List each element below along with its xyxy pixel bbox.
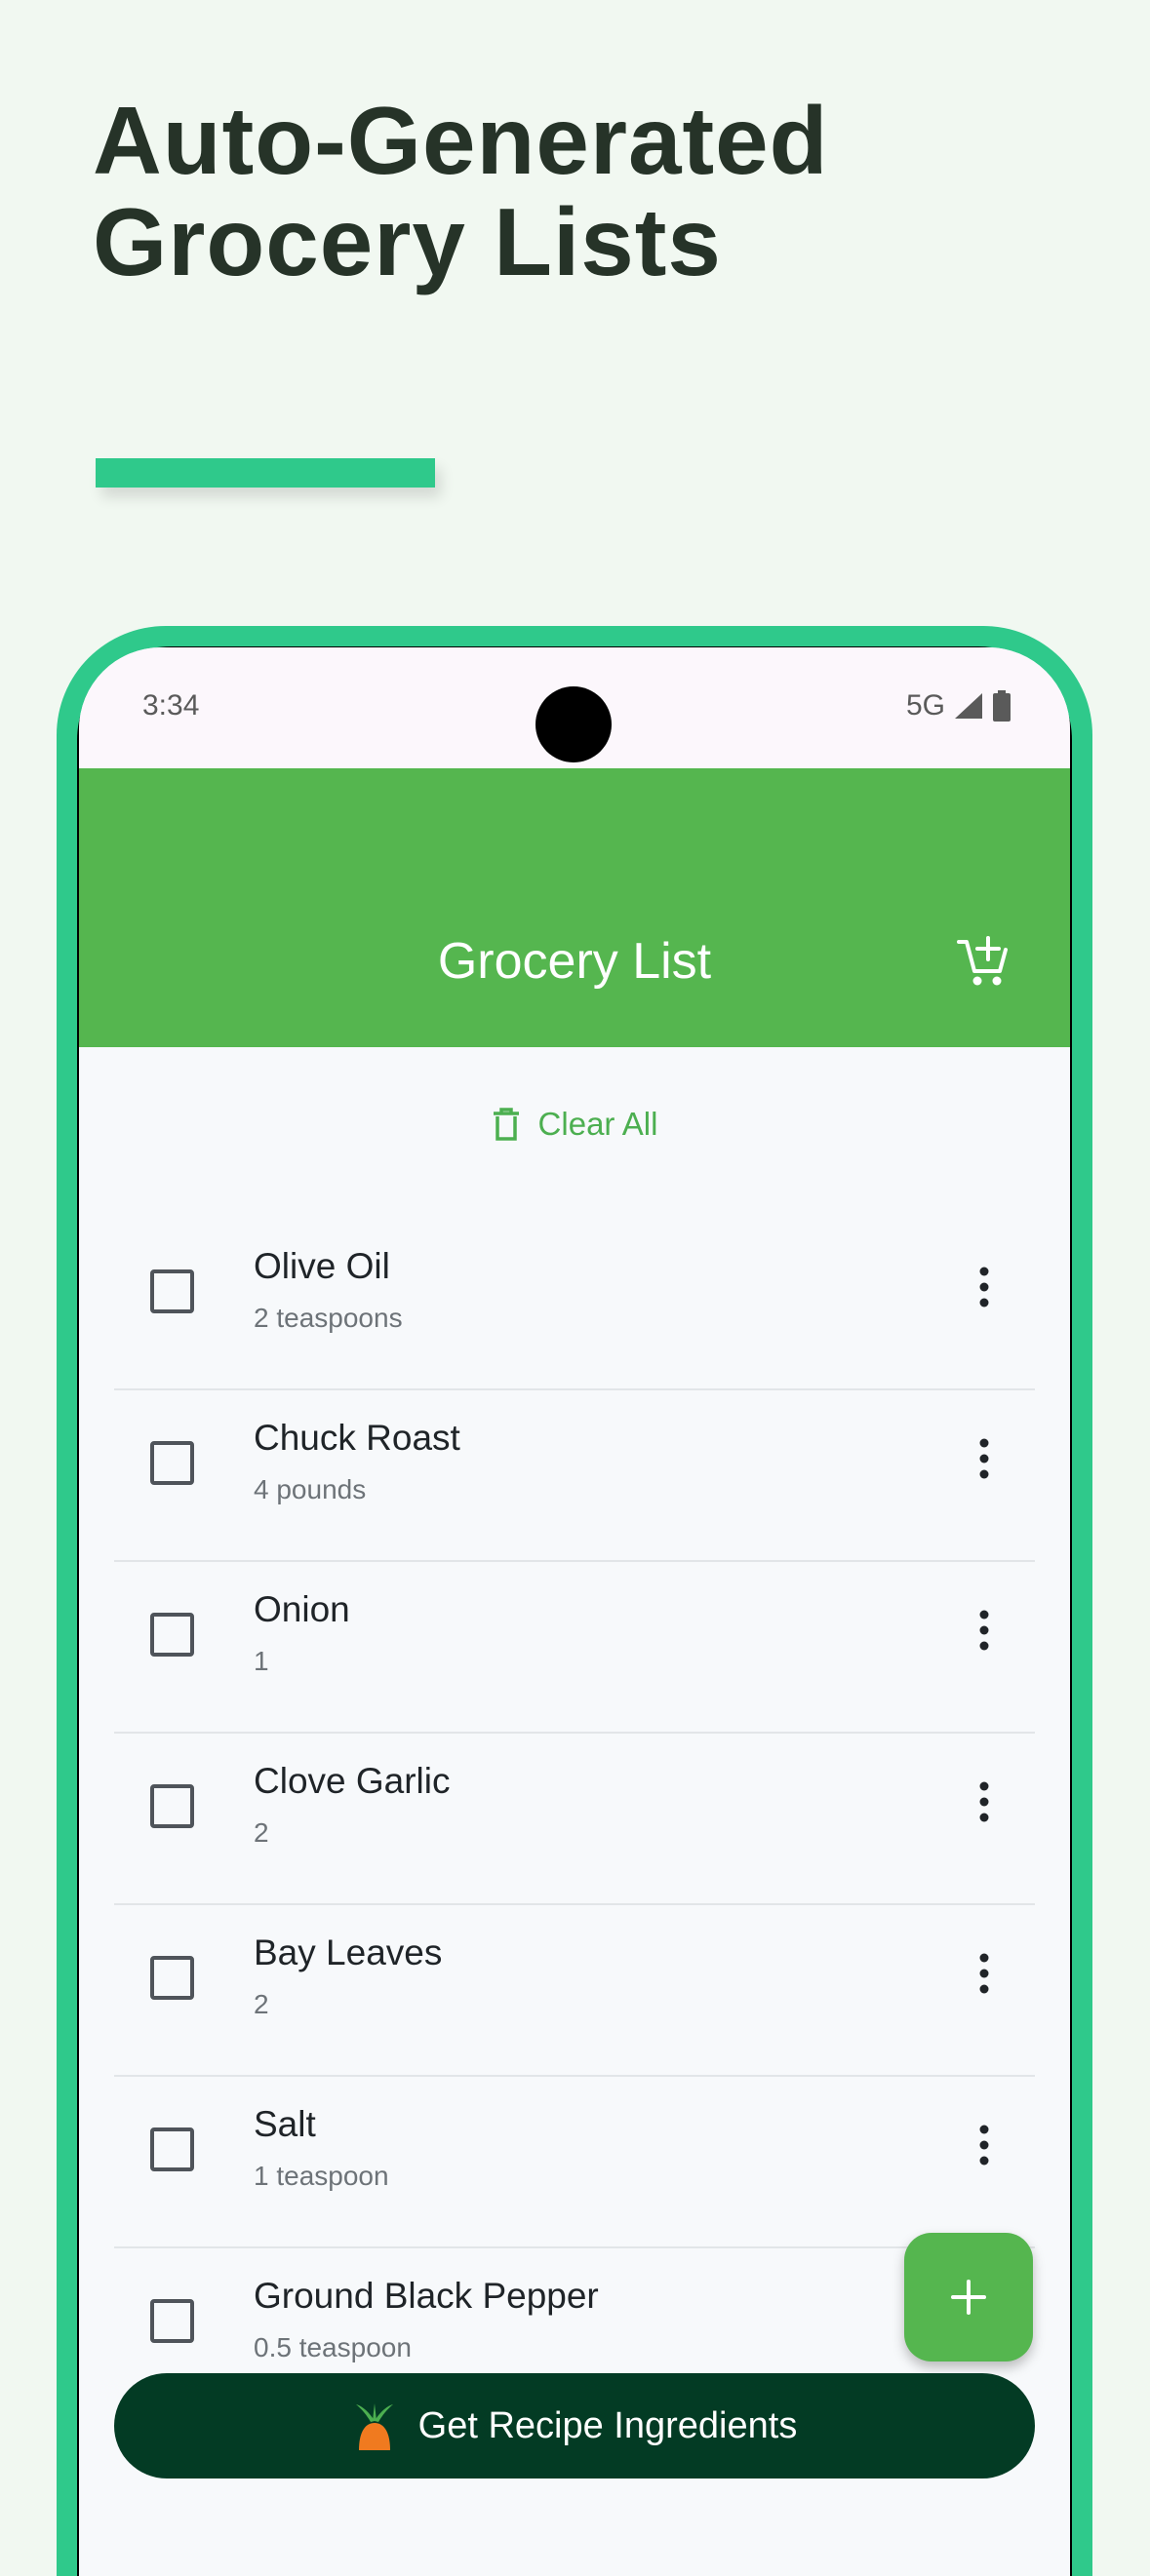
item-quantity: 4 pounds [254,1474,367,1504]
item-checkbox[interactable] [150,2299,194,2343]
phone-frame: 3:34 5G Grocery List Clear All Olive Oil… [57,626,1092,2576]
accent-bar [96,458,435,488]
item-checkbox[interactable] [150,1784,194,1828]
more-vert-icon[interactable] [972,1778,996,1825]
item-checkbox[interactable] [150,1956,194,2000]
status-bar: 3:34 5G [79,647,1070,768]
carrot-icon [355,2403,393,2450]
cta-label: Get Recipe Ingredients [417,2404,798,2446]
list-item: Salt 1 teaspoon [114,2077,1035,2248]
signal-icon [955,693,982,719]
get-recipe-ingredients-button[interactable]: Get Recipe Ingredients [114,2373,1035,2478]
more-vert-icon[interactable] [972,1435,996,1482]
item-quantity: 0.5 teaspoon [254,2332,412,2362]
grocery-list: Olive Oil 2 teaspoons Chuck Roast 4 poun… [114,1219,1035,2418]
item-quantity: 1 [254,1646,269,1676]
more-vert-icon[interactable] [972,1264,996,1310]
promo-title-line-1: Auto-Generated [93,87,829,194]
battery-icon [993,690,1011,722]
plus-icon [951,2280,986,2315]
item-quantity: 2 teaspoons [254,1303,403,1333]
phone-screen: 3:34 5G Grocery List Clear All Olive Oil… [79,647,1070,2576]
list-item: Clove Garlic 2 [114,1734,1035,1905]
item-name: Clove Garlic [254,1761,451,1801]
clear-all-button[interactable]: Clear All [79,1106,1070,1143]
app-bar: Grocery List [79,768,1070,1047]
clear-all-label: Clear All [537,1106,658,1142]
more-vert-icon[interactable] [972,2122,996,2168]
item-name: Olive Oil [254,1246,390,1286]
list-item: Bay Leaves 2 [114,1905,1035,2077]
item-checkbox[interactable] [150,2127,194,2171]
item-name: Bay Leaves [254,1932,443,1972]
network-label: 5G [905,689,945,722]
list-item: Olive Oil 2 teaspoons [114,1219,1035,1390]
item-name: Ground Black Pepper [254,2276,599,2316]
add-cart-icon[interactable] [953,932,1011,991]
item-name: Chuck Roast [254,1418,460,1458]
promo-title: Auto-Generated Grocery Lists [93,90,829,293]
trash-icon [493,1108,519,1141]
camera-cutout [535,686,612,762]
add-item-fab[interactable] [904,2233,1033,2361]
item-checkbox[interactable] [150,1269,194,1313]
status-time: 3:34 [142,689,200,722]
item-checkbox[interactable] [150,1441,194,1485]
app-title: Grocery List [437,933,712,990]
more-vert-icon[interactable] [972,1607,996,1654]
item-quantity: 2 [254,1817,269,1848]
more-vert-icon[interactable] [972,1950,996,1997]
promo-title-line-2: Grocery Lists [93,188,722,295]
item-quantity: 1 teaspoon [254,2161,389,2191]
item-quantity: 2 [254,1989,269,2019]
item-name: Salt [254,2104,316,2144]
item-name: Onion [254,1589,350,1629]
list-item: Chuck Roast 4 pounds [114,1390,1035,1562]
list-item: Onion 1 [114,1562,1035,1734]
status-icons: 5G [906,689,1011,722]
item-checkbox[interactable] [150,1613,194,1657]
